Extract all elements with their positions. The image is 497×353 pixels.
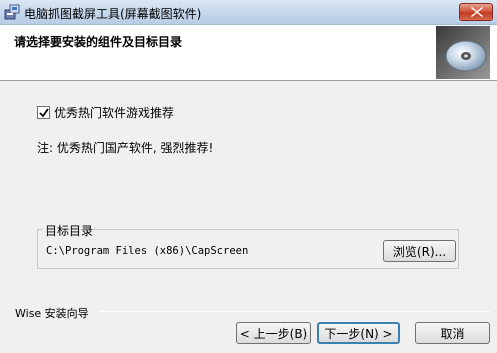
title-bar: 电脑抓图截屏工具(屏幕截图软件) bbox=[0, 0, 497, 25]
brand-label: Wise 安装向导 bbox=[15, 307, 89, 320]
next-button[interactable]: 下一步(N) > bbox=[317, 322, 400, 344]
component-checkbox[interactable] bbox=[37, 105, 50, 119]
destination-group-border bbox=[87, 229, 459, 230]
destination-path: C:\Program Files (x86)\CapScreen bbox=[46, 245, 249, 257]
close-icon bbox=[471, 7, 483, 17]
component-label: 优秀热门软件游戏推荐 bbox=[54, 105, 175, 120]
wizard-header: 请选择要安装的组件及目标目录 bbox=[0, 25, 497, 81]
component-item[interactable]: 优秀热门软件游戏推荐 bbox=[37, 104, 174, 120]
back-button[interactable]: < 上一步(B) bbox=[236, 322, 311, 344]
destination-group-label: 目标目录 bbox=[45, 224, 94, 238]
close-button[interactable] bbox=[459, 3, 493, 21]
checkmark-icon bbox=[39, 107, 49, 117]
footer-divider bbox=[100, 311, 490, 312]
page-title: 请选择要安装的组件及目标目录 bbox=[14, 35, 183, 49]
destination-group-border bbox=[37, 229, 43, 230]
cd-disc-icon bbox=[436, 26, 490, 79]
note-text: 注: 优秀热门国产软件, 强烈推荐! bbox=[37, 141, 214, 155]
window-title: 电脑抓图截屏工具(屏幕截图软件) bbox=[24, 7, 202, 21]
cancel-button[interactable]: 取消 bbox=[415, 322, 490, 344]
browse-button[interactable]: 浏览(R)... bbox=[383, 240, 456, 262]
installer-icon bbox=[4, 4, 20, 20]
